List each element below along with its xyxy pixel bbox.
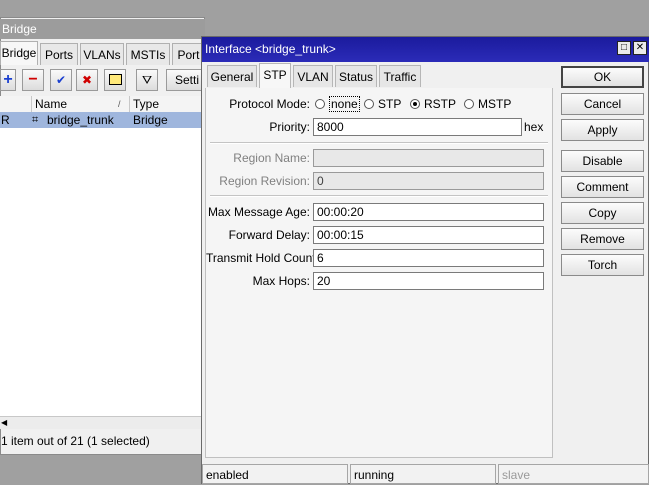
forward-delay-input[interactable]: 00:00:15 bbox=[313, 226, 544, 244]
list-header: Name / Type bbox=[0, 96, 205, 113]
forward-delay-label: Forward Delay: bbox=[228, 228, 310, 242]
bridge-status-text: 1 item out of 21 (1 selected) bbox=[1, 434, 150, 448]
apply-button[interactable]: Apply bbox=[561, 119, 644, 141]
filter-button[interactable]: ⛛ bbox=[136, 69, 158, 91]
enable-button[interactable]: ✔ bbox=[50, 69, 72, 91]
plus-icon: + bbox=[3, 71, 13, 88]
row-flag: R bbox=[1, 113, 10, 127]
radio-rstp-label: RSTP bbox=[424, 97, 457, 111]
cross-icon: ✖ bbox=[81, 73, 93, 87]
disable-button[interactable]: Disable bbox=[561, 150, 644, 172]
add-button[interactable]: + bbox=[0, 69, 16, 91]
radio-mstp-label: MSTP bbox=[478, 97, 512, 111]
transmit-hold-count-input[interactable]: 6 bbox=[313, 249, 544, 267]
cancel-button[interactable]: Cancel bbox=[561, 93, 644, 115]
column-type[interactable]: Type bbox=[129, 96, 205, 113]
table-row[interactable]: R ⌗ bridge_trunk Bridge bbox=[0, 112, 205, 128]
status-running: running bbox=[350, 464, 496, 484]
max-hops-input[interactable]: 20 bbox=[313, 272, 544, 290]
bridge-window-title: Bridge bbox=[0, 19, 205, 39]
scroll-left-icon[interactable]: ◀ bbox=[1, 418, 10, 428]
comment-button[interactable] bbox=[104, 69, 126, 91]
region-name-label: Region Name: bbox=[233, 151, 310, 165]
region-revision-input[interactable]: 0 bbox=[313, 172, 544, 190]
priority-input[interactable]: 8000 bbox=[313, 118, 522, 136]
close-icon: ✕ bbox=[635, 42, 645, 53]
max-message-age-label: Max Message Age: bbox=[207, 205, 310, 219]
minus-icon: − bbox=[28, 71, 38, 88]
tab-bridge[interactable]: Bridge bbox=[0, 41, 38, 65]
copy-button[interactable]: Copy bbox=[561, 202, 644, 224]
max-hops-label: Max Hops: bbox=[252, 274, 310, 288]
radio-icon bbox=[315, 99, 325, 109]
ok-button[interactable]: OK bbox=[561, 66, 644, 88]
protocol-mode-label: Protocol Mode: bbox=[229, 97, 310, 111]
radio-icon bbox=[464, 99, 474, 109]
tab-vlans[interactable]: VLANs bbox=[80, 43, 124, 65]
radio-icon bbox=[364, 99, 374, 109]
maximize-icon: □ bbox=[620, 42, 628, 53]
region-revision-label: Region Revision: bbox=[219, 174, 310, 188]
radio-none[interactable]: none bbox=[315, 96, 360, 112]
transmit-hold-count-label: Transmit Hold Count: bbox=[206, 251, 319, 265]
remove-button[interactable]: − bbox=[22, 69, 44, 91]
list-body bbox=[0, 128, 205, 416]
tab-stp[interactable]: STP bbox=[259, 63, 291, 88]
divider bbox=[210, 142, 548, 144]
disable-button[interactable]: ✖ bbox=[76, 69, 98, 91]
tab-general[interactable]: General bbox=[207, 65, 257, 87]
radio-selected-icon bbox=[410, 99, 420, 109]
bridge-icon: ⌗ bbox=[32, 114, 39, 126]
comment-button[interactable]: Comment bbox=[561, 176, 644, 198]
radio-stp[interactable]: STP bbox=[364, 96, 401, 112]
tab-mstis[interactable]: MSTIs bbox=[126, 43, 170, 65]
horizontal-scrollbar[interactable]: ◀ bbox=[0, 416, 205, 429]
max-message-age-input[interactable]: 00:00:20 bbox=[313, 203, 544, 221]
remove-button[interactable]: Remove bbox=[561, 228, 644, 250]
tab-traffic[interactable]: Traffic bbox=[379, 65, 421, 87]
column-name[interactable]: Name bbox=[31, 96, 129, 113]
maximize-button[interactable]: □ bbox=[617, 41, 631, 55]
close-button[interactable]: ✕ bbox=[633, 41, 647, 55]
radio-none-label: none bbox=[329, 96, 360, 112]
settings-button[interactable]: Setti bbox=[166, 69, 205, 91]
row-name: bridge_trunk bbox=[47, 113, 114, 127]
row-type: Bridge bbox=[133, 113, 168, 127]
status-enabled: enabled bbox=[202, 464, 348, 484]
torch-button[interactable]: Torch bbox=[561, 254, 644, 276]
radio-stp-label: STP bbox=[378, 97, 402, 111]
region-name-input[interactable] bbox=[313, 149, 544, 167]
divider bbox=[210, 195, 548, 197]
check-icon: ✔ bbox=[55, 73, 67, 87]
tab-ports[interactable]: Ports bbox=[40, 43, 78, 65]
tab-status[interactable]: Status bbox=[335, 65, 377, 87]
radio-rstp[interactable]: RSTP bbox=[410, 96, 456, 112]
filter-icon: ⛛ bbox=[141, 73, 153, 87]
sort-icon: / bbox=[118, 99, 121, 109]
tab-vlan[interactable]: VLAN bbox=[293, 65, 333, 87]
note-icon bbox=[108, 74, 122, 85]
radio-mstp[interactable]: MSTP bbox=[464, 96, 511, 112]
priority-label: Priority: bbox=[269, 120, 310, 134]
status-slave: slave bbox=[498, 464, 649, 484]
priority-suffix: hex bbox=[524, 120, 544, 134]
dialog-title: Interface <bridge_trunk> bbox=[202, 37, 649, 62]
